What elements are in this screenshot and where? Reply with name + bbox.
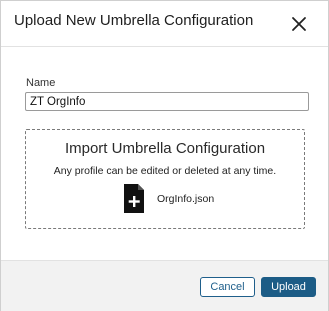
import-dropzone[interactable]: Import Umbrella Configuration Any profil… [25,129,305,229]
file-add-icon [124,184,144,213]
dialog-body: Name Import Umbrella Configuration Any p… [1,47,328,259]
cancel-button[interactable]: Cancel [200,277,255,297]
dialog-title: Upload New Umbrella Configuration [14,12,254,29]
dialog-footer: Cancel Upload [1,260,328,311]
name-field[interactable] [25,92,309,111]
close-icon[interactable] [290,15,308,33]
file-name: OrgInfo.json [157,193,215,205]
dropzone-subtitle: Any profile can be edited or deleted at … [53,165,277,177]
upload-configuration-dialog: Upload New Umbrella Configuration Name I… [0,0,329,311]
upload-button[interactable]: Upload [261,277,316,297]
dialog-header: Upload New Umbrella Configuration [1,1,328,47]
dropzone-title: Import Umbrella Configuration [64,140,266,157]
name-label: Name [26,77,56,89]
